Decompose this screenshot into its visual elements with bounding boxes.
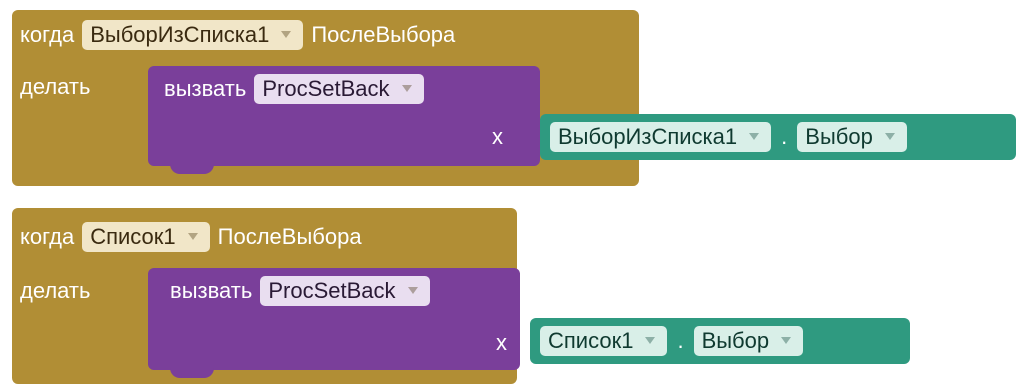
- getter-component-label: Список1: [548, 328, 634, 353]
- getter-separator-dot: .: [781, 124, 788, 149]
- getter-component-dropdown[interactable]: Список1: [540, 326, 668, 356]
- call-keyword: вызвать: [164, 76, 247, 101]
- procedure-dropdown[interactable]: ProcSetBack: [260, 276, 430, 306]
- getter-property-dropdown[interactable]: Выбор: [797, 122, 907, 152]
- procedure-dropdown-label: ProcSetBack: [262, 76, 390, 101]
- argument-label-x: x: [492, 124, 503, 149]
- getter-property-label: Выбор: [701, 328, 770, 353]
- chevron-down-icon: [745, 130, 763, 144]
- procedure-call-header-1: вызвать ProcSetBack: [164, 74, 424, 104]
- block-connector-notch: [170, 164, 214, 174]
- getter-component-dropdown[interactable]: ВыборИзСписка1: [550, 122, 772, 152]
- do-keyword: делать: [20, 74, 91, 99]
- procedure-dropdown[interactable]: ProcSetBack: [254, 74, 424, 104]
- component-dropdown-label: Список1: [90, 224, 176, 249]
- when-keyword: когда: [20, 224, 75, 249]
- when-keyword: когда: [20, 22, 75, 47]
- getter-component-label: ВыборИзСписка1: [558, 124, 738, 149]
- component-getter-block-2[interactable]: Список1 . Выбор: [530, 318, 910, 364]
- event-name: ПослеВыбора: [217, 224, 362, 249]
- component-getter-block-1[interactable]: ВыборИзСписка1 . Выбор: [540, 114, 1016, 160]
- getter-property-label: Выбор: [805, 124, 873, 149]
- argument-label-x: x: [496, 330, 507, 355]
- chevron-down-icon: [641, 334, 659, 348]
- procedure-dropdown-label: ProcSetBack: [268, 278, 396, 303]
- chevron-down-icon: [277, 28, 295, 42]
- chevron-down-icon: [777, 334, 795, 348]
- event-header-1: когда ВыборИзСписка1 ПослеВыбора: [20, 20, 455, 50]
- event-name: ПослеВыбора: [311, 22, 456, 47]
- getter-separator-dot: .: [677, 328, 684, 353]
- chevron-down-icon: [881, 130, 899, 144]
- do-keyword: делать: [20, 278, 91, 303]
- component-dropdown-label: ВыборИзСписка1: [90, 22, 270, 47]
- do-label-row-1: делать: [20, 72, 90, 102]
- procedure-call-header-2: вызвать ProcSetBack: [170, 276, 430, 306]
- chevron-down-icon: [398, 82, 416, 96]
- event-header-2: когда Список1 ПослеВыбора: [20, 222, 362, 252]
- component-dropdown[interactable]: ВыборИзСписка1: [82, 20, 304, 50]
- chevron-down-icon: [404, 284, 422, 298]
- do-label-row-2: делать: [20, 276, 90, 306]
- component-dropdown[interactable]: Список1: [82, 222, 210, 252]
- block-connector-notch: [170, 368, 214, 378]
- getter-property-dropdown[interactable]: Выбор: [693, 326, 804, 356]
- chevron-down-icon: [184, 230, 202, 244]
- call-keyword: вызвать: [170, 278, 253, 303]
